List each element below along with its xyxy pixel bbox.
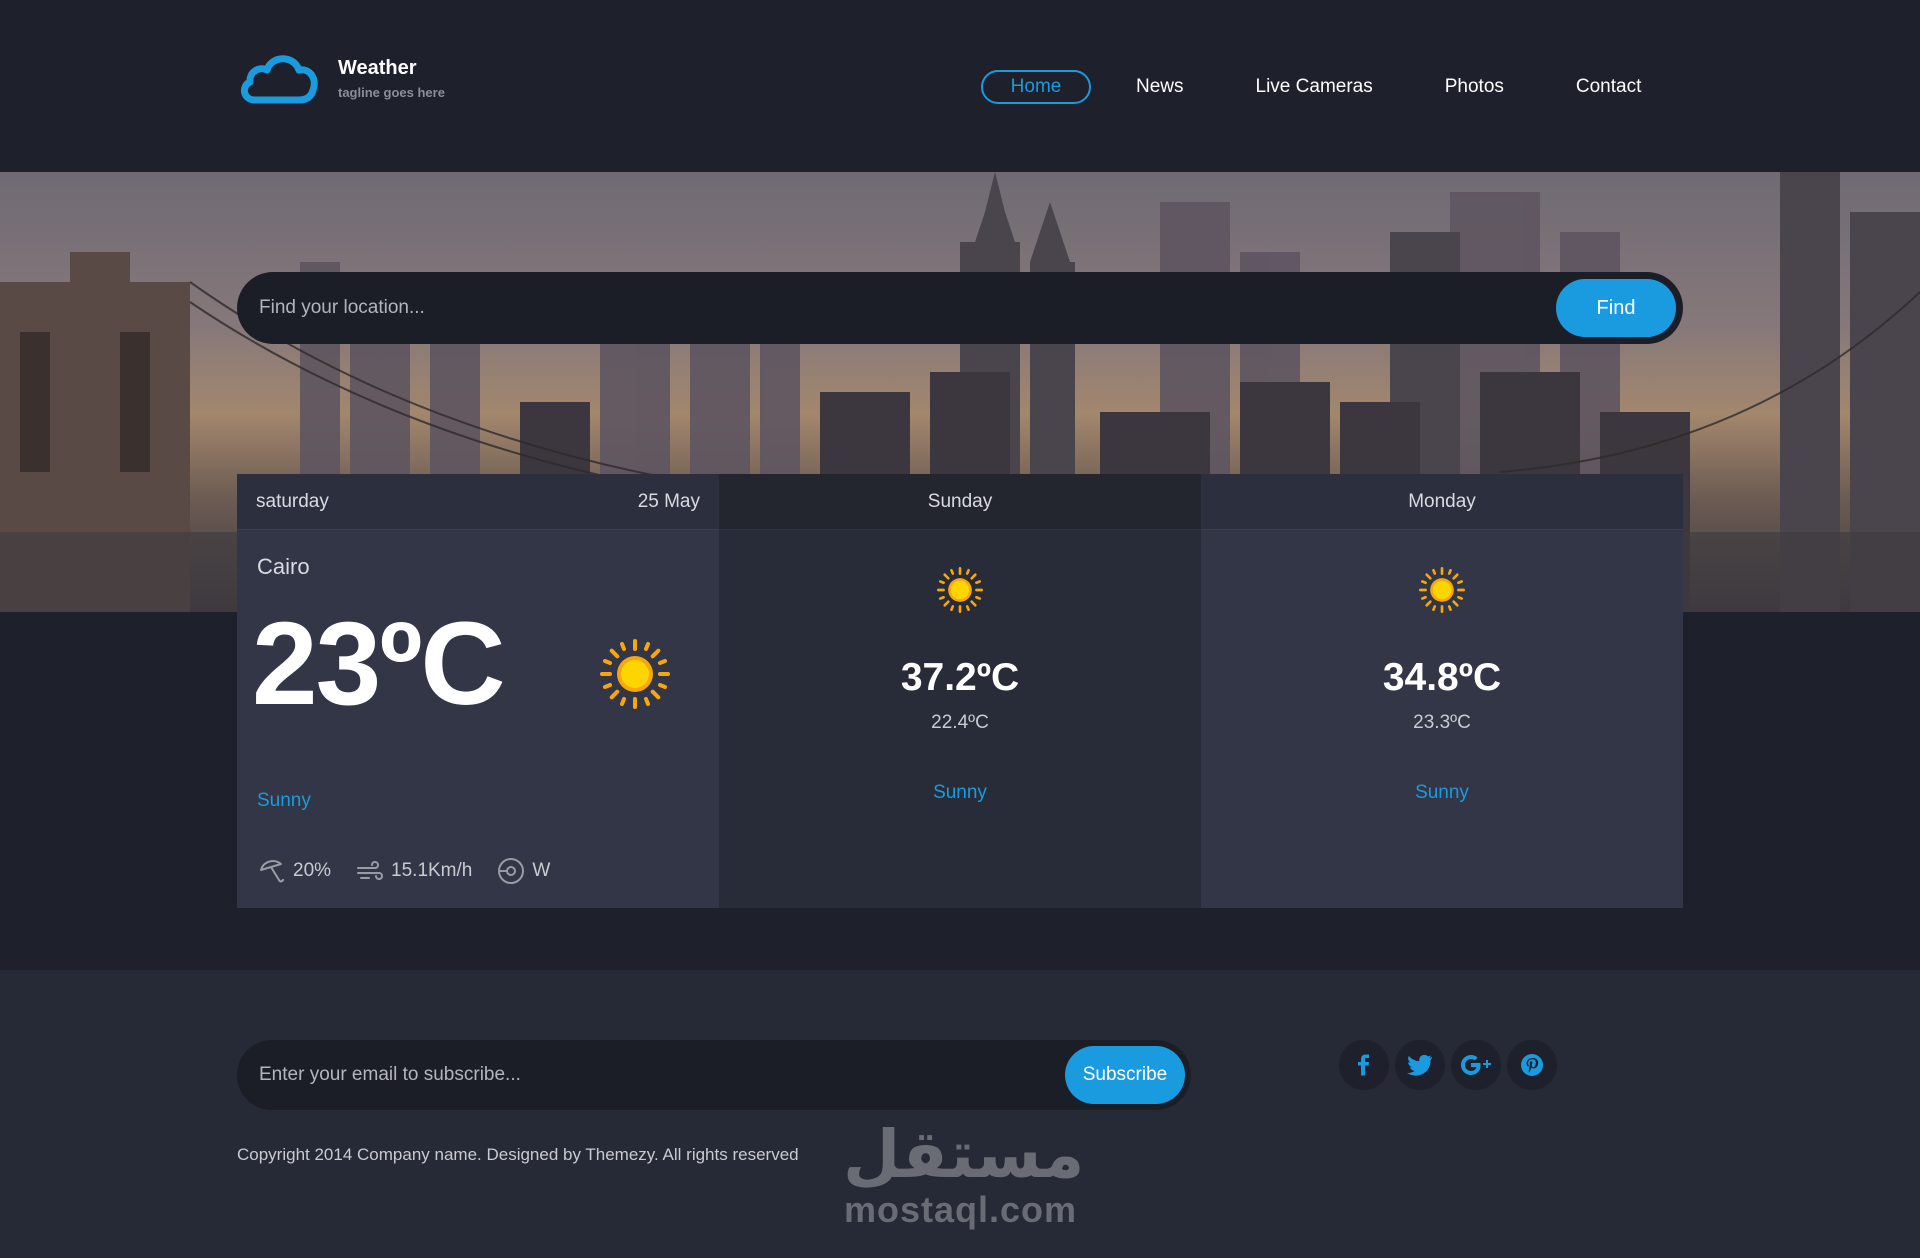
nav-news[interactable]: News (1136, 71, 1184, 103)
location-search: Find (237, 272, 1683, 344)
forecast-day-header: Monday (1201, 474, 1683, 530)
wind-speed-value: 15.1Km/h (391, 860, 473, 881)
forecast-table: saturday 25 May Cairo 23ºC Sunny 20% 15.… (237, 474, 1683, 908)
wind-direction-value: W (532, 860, 551, 881)
watermark-arabic: مستقل (843, 1116, 1085, 1193)
twitter-icon[interactable] (1395, 1040, 1445, 1090)
today-date: 25 May (637, 490, 700, 512)
wind-speed-stat: 15.1Km/h (355, 856, 472, 886)
cloud-icon (240, 55, 318, 104)
max-temperature: 37.2ºC (900, 656, 1020, 699)
current-temperature: 23ºC (252, 598, 506, 730)
brand[interactable]: Weather tagline goes here (237, 52, 445, 106)
forecast-day-sunday: Sunday 37.2ºC 22.4ºC Sunny (719, 474, 1201, 908)
forecast-today: saturday 25 May Cairo 23ºC Sunny 20% 15.… (237, 474, 719, 908)
brand-tagline: tagline goes here (338, 85, 445, 100)
today-day: saturday (256, 490, 329, 512)
wind-icon (357, 860, 384, 881)
watermark: مستقل mostaql.com (843, 1116, 1085, 1230)
compass-icon (498, 858, 525, 884)
location-name: Cairo (257, 554, 310, 579)
nav-photos[interactable]: Photos (1445, 71, 1504, 103)
forecast-condition: Sunny (933, 782, 987, 803)
max-temperature: 34.8ºC (1382, 656, 1502, 699)
umbrella-icon (260, 860, 284, 883)
watermark-latin: mostaql.com (843, 1189, 1078, 1230)
forecast-day-monday: Monday 34.8ºC 23.3ºC Sunny (1201, 474, 1683, 908)
subscribe-form: Subscribe (237, 1040, 1191, 1110)
email-field[interactable] (259, 1057, 1059, 1093)
main-nav: Home News Live Cameras Photos Contact (981, 70, 1641, 104)
pinterest-icon[interactable] (1507, 1040, 1557, 1090)
page: Weather tagline goes here Home News Live… (0, 0, 1920, 1258)
site-header: Weather tagline goes here Home News Live… (0, 0, 1920, 172)
google-plus-icon[interactable] (1451, 1040, 1501, 1090)
humidity-value: 20% (293, 860, 332, 881)
brand-text: Weather tagline goes here (338, 56, 445, 100)
min-temperature: 23.3ºC (1413, 712, 1471, 733)
facebook-icon[interactable] (1339, 1040, 1389, 1090)
find-button[interactable]: Find (1556, 279, 1676, 337)
sun-icon (600, 639, 670, 709)
sun-icon (1419, 567, 1465, 613)
sun-icon (937, 567, 983, 613)
nav-live-cameras[interactable]: Live Cameras (1256, 71, 1373, 103)
weather-stats: 20% 15.1Km/h W (257, 856, 574, 886)
brand-title: Weather (338, 57, 417, 79)
forecast-day-header: Sunday (719, 474, 1201, 530)
current-condition: Sunny (257, 790, 311, 811)
wind-direction-stat: W (496, 856, 550, 886)
nav-contact[interactable]: Contact (1576, 71, 1641, 103)
social-links (1339, 1040, 1563, 1090)
forecast-today-header: saturday 25 May (237, 474, 719, 530)
subscribe-button[interactable]: Subscribe (1065, 1046, 1185, 1104)
forecast-condition: Sunny (1415, 782, 1469, 803)
location-search-input[interactable] (259, 290, 1509, 326)
nav-home[interactable]: Home (981, 70, 1091, 104)
min-temperature: 22.4ºC (931, 712, 989, 733)
copyright-text: Copyright 2014 Company name. Designed by… (237, 1145, 799, 1164)
humidity-stat: 20% (257, 856, 331, 886)
